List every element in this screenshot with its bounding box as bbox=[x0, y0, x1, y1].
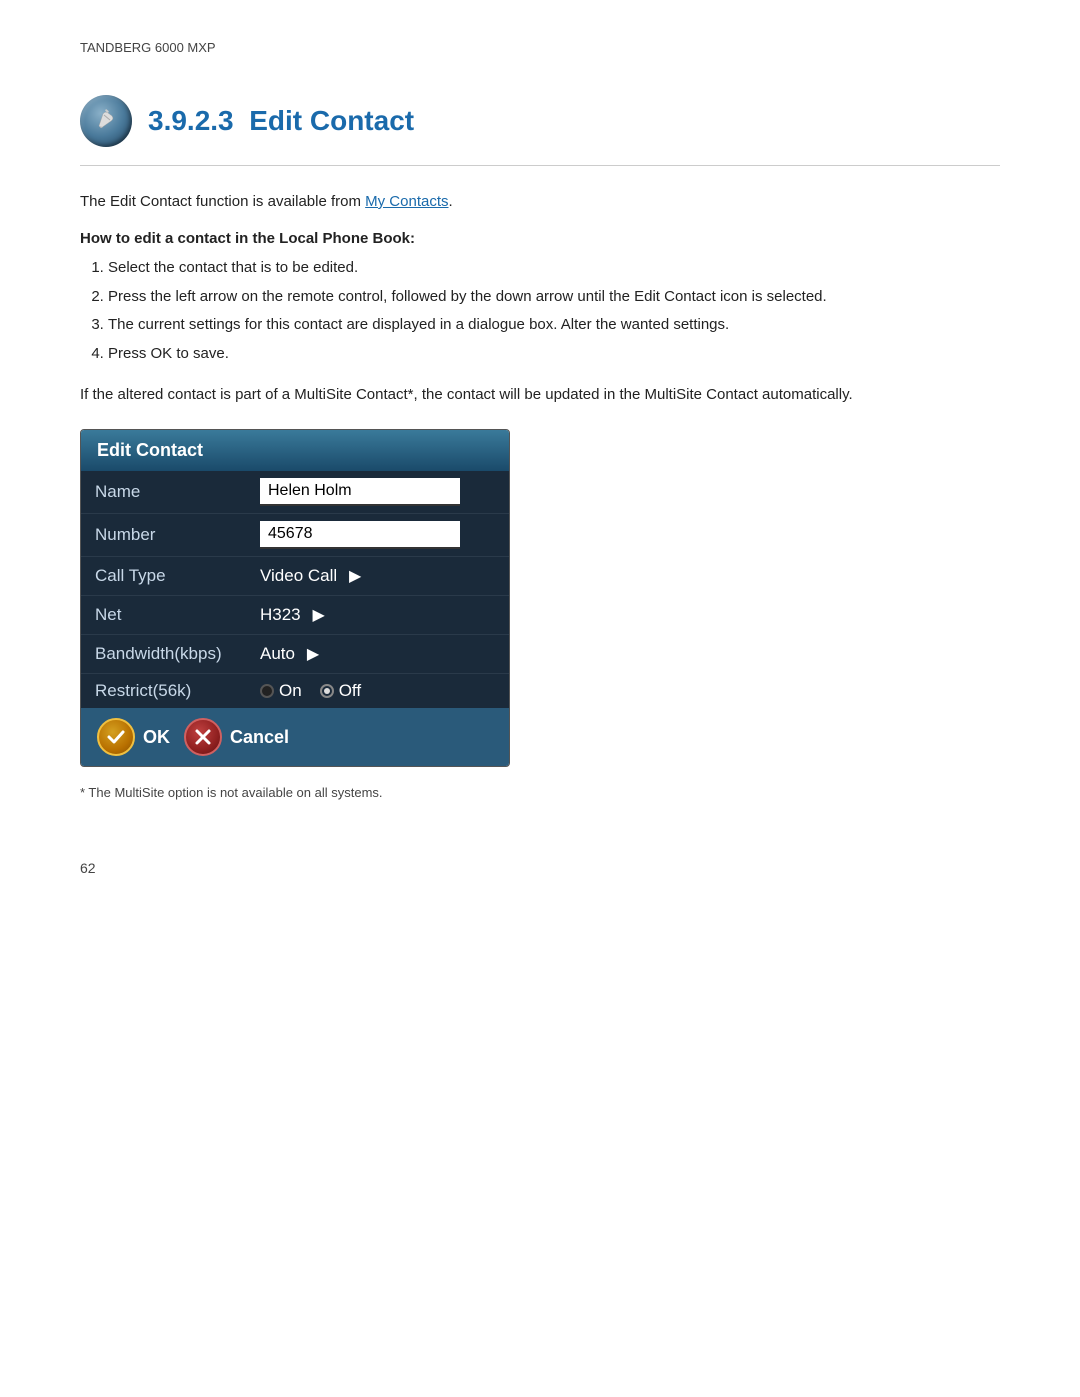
restrict-on-option[interactable]: On bbox=[260, 681, 302, 701]
section-heading: 3.9.2.3 Edit Contact bbox=[80, 95, 1000, 147]
edit-contact-dialog: Edit Contact Name Number Call Type Video… bbox=[80, 429, 510, 767]
intro-text-end: . bbox=[449, 193, 453, 210]
number-input[interactable] bbox=[260, 521, 460, 549]
number-label: Number bbox=[95, 525, 260, 545]
net-label: Net bbox=[95, 605, 260, 625]
steps-list: Select the contact that is to be edited.… bbox=[108, 257, 1000, 365]
net-value: H323 ▶ bbox=[260, 603, 495, 627]
body-text: If the altered contact is part of a Mult… bbox=[80, 383, 1000, 407]
restrict-on-radio bbox=[260, 684, 274, 698]
ok-button[interactable]: OK bbox=[97, 718, 170, 756]
name-label: Name bbox=[95, 482, 260, 502]
restrict-radio-group: On Off bbox=[260, 681, 495, 701]
intro-paragraph: The Edit Contact function is available f… bbox=[80, 190, 1000, 214]
call-type-value: Video Call ▶ bbox=[260, 564, 495, 588]
restrict-off-radio bbox=[320, 684, 334, 698]
how-to-heading: How to edit a contact in the Local Phone… bbox=[80, 230, 1000, 247]
restrict-off-label: Off bbox=[339, 681, 361, 701]
net-text: H323 bbox=[260, 605, 301, 625]
step-3: The current settings for this contact ar… bbox=[108, 314, 1000, 337]
edit-contact-icon bbox=[80, 95, 132, 147]
section-divider bbox=[80, 165, 1000, 166]
name-row: Name bbox=[81, 471, 509, 514]
call-type-row: Call Type Video Call ▶ bbox=[81, 557, 509, 596]
section-title: 3.9.2.3 Edit Contact bbox=[148, 105, 414, 137]
dialog-body: Name Number Call Type Video Call ▶ N bbox=[81, 471, 509, 708]
my-contacts-link[interactable]: My Contacts bbox=[365, 193, 448, 210]
restrict-row: Restrict(56k) On Off bbox=[81, 674, 509, 708]
ok-label: OK bbox=[143, 727, 170, 748]
restrict-off-option[interactable]: Off bbox=[320, 681, 361, 701]
step-1: Select the contact that is to be edited. bbox=[108, 257, 1000, 280]
bandwidth-row: Bandwidth(kbps) Auto ▶ bbox=[81, 635, 509, 674]
bandwidth-value: Auto ▶ bbox=[260, 642, 495, 666]
call-type-label: Call Type bbox=[95, 566, 260, 586]
section-number: 3.9.2.3 bbox=[148, 105, 234, 136]
step-2: Press the left arrow on the remote contr… bbox=[108, 286, 1000, 309]
name-value bbox=[260, 478, 495, 506]
cancel-icon bbox=[184, 718, 222, 756]
cancel-button[interactable]: Cancel bbox=[184, 718, 289, 756]
page-header: TANDBERG 6000 MXP bbox=[80, 40, 1000, 55]
call-type-text: Video Call bbox=[260, 566, 337, 586]
restrict-on-label: On bbox=[279, 681, 302, 701]
restrict-label: Restrict(56k) bbox=[95, 681, 260, 701]
number-row: Number bbox=[81, 514, 509, 557]
ok-icon bbox=[97, 718, 135, 756]
call-type-arrow[interactable]: ▶ bbox=[343, 564, 367, 588]
net-arrow[interactable]: ▶ bbox=[307, 603, 331, 627]
restrict-value: On Off bbox=[260, 681, 495, 701]
brand-label: TANDBERG 6000 MXP bbox=[80, 40, 216, 55]
step-4: Press OK to save. bbox=[108, 343, 1000, 366]
page-number: 62 bbox=[80, 860, 1000, 876]
dialog-footer: OK Cancel bbox=[81, 708, 509, 766]
name-input[interactable] bbox=[260, 478, 460, 506]
dialog-title: Edit Contact bbox=[97, 440, 203, 460]
intro-text-start: The Edit Contact function is available f… bbox=[80, 193, 365, 210]
bandwidth-label: Bandwidth(kbps) bbox=[95, 644, 260, 664]
section-name: Edit Contact bbox=[249, 105, 414, 136]
cancel-label: Cancel bbox=[230, 727, 289, 748]
bandwidth-arrow[interactable]: ▶ bbox=[301, 642, 325, 666]
bandwidth-text: Auto bbox=[260, 644, 295, 664]
number-value bbox=[260, 521, 495, 549]
net-row: Net H323 ▶ bbox=[81, 596, 509, 635]
footnote: * The MultiSite option is not available … bbox=[80, 785, 1000, 800]
dialog-titlebar: Edit Contact bbox=[81, 430, 509, 471]
